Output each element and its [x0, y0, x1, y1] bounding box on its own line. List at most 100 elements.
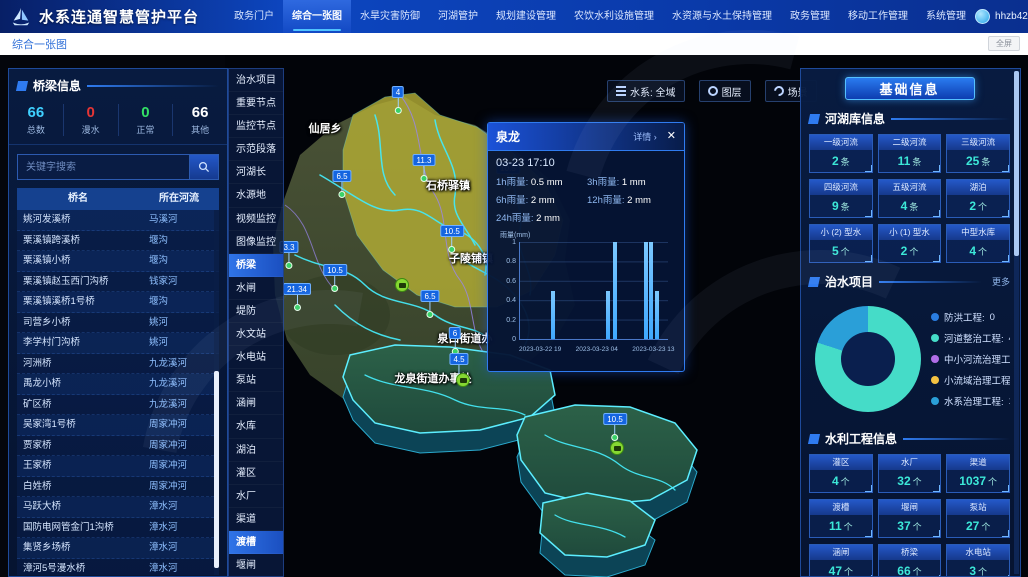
layer-item-监控节点[interactable]: 监控节点	[229, 115, 283, 138]
bridge-stat: 66总数	[9, 104, 64, 136]
layer-item-堰闸[interactable]: 堰闸	[229, 554, 283, 577]
camera-icon[interactable]	[456, 373, 470, 387]
rain-metric: 6h雨量: 2 mm	[496, 192, 585, 206]
map-marker[interactable]: 10.5	[603, 413, 627, 441]
map-marker[interactable]: 6.5	[332, 170, 351, 198]
search-input[interactable]	[17, 154, 189, 180]
table-row[interactable]: 集贤乡场桥漳水河	[17, 538, 219, 559]
search-button[interactable]	[189, 154, 219, 180]
map-marker[interactable]: 6.5	[420, 290, 439, 318]
table-row[interactable]: 司营乡小桥姚河	[17, 313, 219, 334]
map-marker[interactable]: 10.5	[440, 225, 464, 253]
river-cell: 周家冲河	[139, 456, 219, 476]
popup-body: 03-23 17:10 1h雨量: 0.5 mm3h雨量: 1 mm6h雨量: …	[488, 151, 684, 354]
nav-item-河湖管护[interactable]: 河湖管护	[429, 0, 487, 33]
table-row[interactable]: 河洲桥九龙溪河	[17, 354, 219, 375]
layer-item-水闸[interactable]: 水闸	[229, 277, 283, 300]
nav-item-系统管理[interactable]: 系统管理	[917, 0, 975, 33]
table-row[interactable]: 栗溪镇赵玉西门沟桥钱家河	[17, 272, 219, 293]
map-control-图层[interactable]: 图层	[699, 80, 751, 102]
table-row[interactable]: 栗溪镇跨溪桥堰沟	[17, 231, 219, 252]
nav-item-水资源与水土保持管理[interactable]: 水资源与水土保持管理	[663, 0, 781, 33]
close-icon[interactable]: ✕	[667, 131, 676, 142]
table-row[interactable]: 漳河5号漫水桥漳水河	[17, 559, 219, 576]
table-scrollbar[interactable]	[214, 210, 219, 575]
layer-item-示范段落[interactable]: 示范段落	[229, 138, 283, 161]
layer-item-治水项目[interactable]: 治水项目	[229, 69, 283, 92]
info-card-label: 渠道	[947, 455, 1009, 470]
layer-item-重要节点[interactable]: 重要节点	[229, 92, 283, 115]
table-row[interactable]: 贾家桥周家冲河	[17, 436, 219, 457]
layer-item-水文站[interactable]: 水文站	[229, 323, 283, 346]
info-card: 二级河流11条	[878, 134, 942, 173]
base-info-button[interactable]: 基础信息	[845, 77, 975, 100]
table-row[interactable]: 姚河发溪桥马溪河	[17, 210, 219, 231]
map-marker[interactable]: 10.5	[323, 264, 347, 292]
layer-item-视频监控[interactable]: 视频监控	[229, 208, 283, 231]
camera-icon[interactable]	[395, 278, 409, 292]
bridge-name-cell: 矿区桥	[17, 395, 139, 415]
map-marker[interactable]: 11.3	[413, 154, 436, 182]
nav-item-综合一张图[interactable]: 综合一张图	[283, 0, 351, 33]
accent-icon	[808, 277, 820, 287]
bridge-stat: 66其他	[173, 104, 227, 136]
layer-item-灌区[interactable]: 灌区	[229, 462, 283, 485]
table-row[interactable]: 国防电网管金门1沟桥漳水河	[17, 518, 219, 539]
layer-item-桥梁[interactable]: 桥梁	[229, 254, 283, 277]
table-row[interactable]: 栗溪镇溪桥1号桥堰沟	[17, 292, 219, 313]
map-marker[interactable]: 6	[449, 327, 461, 355]
nav-item-移动工作管理[interactable]: 移动工作管理	[839, 0, 917, 33]
table-row[interactable]: 马跃大桥漳水河	[17, 497, 219, 518]
marker-value-tag: 6.5	[420, 290, 439, 302]
legend-row: 水系治理工程: 1	[931, 394, 1010, 408]
info-card-label: 渡槽	[810, 500, 872, 515]
nav-item-规划建设管理[interactable]: 规划建设管理	[487, 0, 565, 33]
panel-scrollbar-thumb[interactable]	[1014, 71, 1019, 256]
table-row[interactable]: 吴家湾1号桥周家冲河	[17, 415, 219, 436]
table-row[interactable]: 白姓桥周家冲河	[17, 477, 219, 498]
camera-icon[interactable]	[610, 441, 624, 455]
layer-item-图像监控[interactable]: 图像监控	[229, 231, 283, 254]
layer-item-湖泊[interactable]: 湖泊	[229, 439, 283, 462]
y-tick-label: 0.4	[506, 297, 516, 304]
fullscreen-button[interactable]: 全屏	[988, 36, 1020, 51]
layer-item-堤防[interactable]: 堤防	[229, 300, 283, 323]
y-tick-label: 0	[512, 336, 516, 343]
layers-icon	[616, 86, 626, 96]
layer-item-水电站[interactable]: 水电站	[229, 346, 283, 369]
layer-item-水源地[interactable]: 水源地	[229, 184, 283, 207]
info-card-label: 一级河流	[810, 135, 872, 150]
river-cell: 九龙溪河	[139, 395, 219, 415]
layer-item-河湖长[interactable]: 河湖长	[229, 161, 283, 184]
bridge-table: 桥名所在河流 姚河发溪桥马溪河栗溪镇跨溪桥堰沟栗溪镇小桥堰沟栗溪镇赵玉西门沟桥钱…	[17, 188, 219, 575]
table-row[interactable]: 栗溪镇小桥堰沟	[17, 251, 219, 272]
nav-item-水旱灾害防御[interactable]: 水旱灾害防御	[351, 0, 429, 33]
marker-value-tag: 4.5	[449, 353, 468, 365]
table-row[interactable]: 矿区桥九龙溪河	[17, 395, 219, 416]
layer-item-渡槽[interactable]: 渡槽	[229, 531, 283, 554]
nav-item-政务门户[interactable]: 政务门户	[225, 0, 283, 33]
layer-item-水厂[interactable]: 水厂	[229, 485, 283, 508]
river-cell: 周家冲河	[139, 436, 219, 456]
table-row[interactable]: 李学村门沟桥姚河	[17, 333, 219, 354]
table-row[interactable]: 王家桥周家冲河	[17, 456, 219, 477]
nav-item-农饮水利设施管理[interactable]: 农饮水利设施管理	[565, 0, 663, 33]
user-menu[interactable]: hhzb42080201 ▾	[975, 9, 1028, 24]
projects-more-link[interactable]: 更多	[992, 275, 1010, 288]
table-scrollbar-thumb[interactable]	[214, 371, 219, 568]
map-marker[interactable]: 4	[392, 86, 404, 114]
layer-item-水库[interactable]: 水库	[229, 415, 283, 438]
nav-item-政务管理[interactable]: 政务管理	[781, 0, 839, 33]
layer-item-涵闸[interactable]: 涵闸	[229, 392, 283, 415]
layer-item-渠道[interactable]: 渠道	[229, 508, 283, 531]
popup-detail-link[interactable]: 详情 ›	[633, 130, 657, 143]
panel-scrollbar[interactable]	[1014, 71, 1019, 574]
table-row[interactable]: 禹龙小桥九龙溪河	[17, 374, 219, 395]
map-control-label: 图层	[722, 84, 742, 99]
info-card-label: 灌区	[810, 455, 872, 470]
layer-item-泵站[interactable]: 泵站	[229, 369, 283, 392]
bridge-stat: 0正常	[119, 104, 174, 136]
map-marker[interactable]: 21.34	[283, 283, 311, 311]
map-control-水系: 全域[interactable]: 水系: 全域	[607, 80, 685, 102]
info-card-label: 堰闸	[879, 500, 941, 515]
